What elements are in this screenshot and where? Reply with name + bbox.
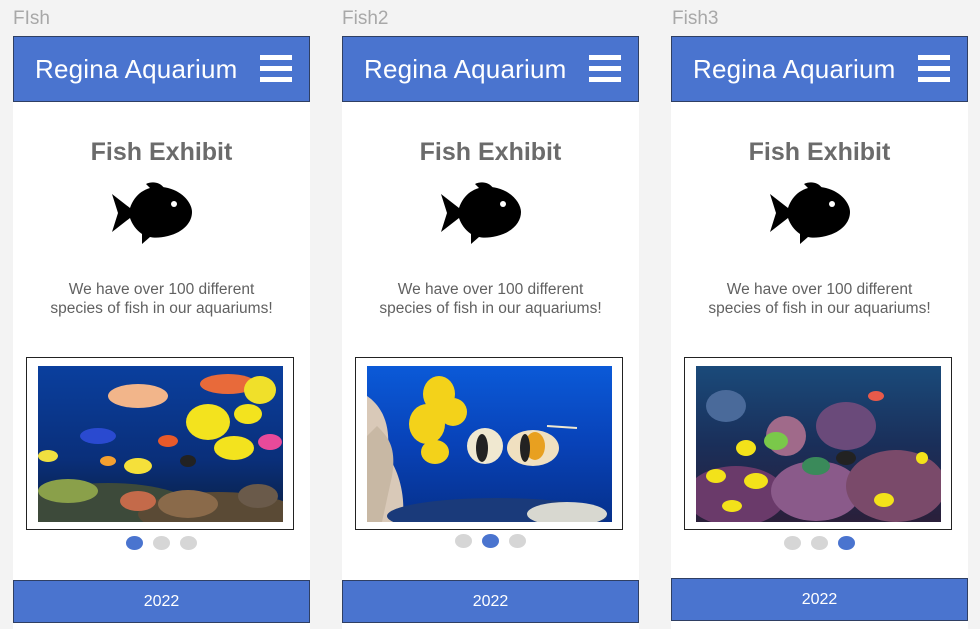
app-header: Regina Aquarium — [671, 36, 968, 102]
mobile-frame-fish: Regina Aquarium Fish Exhibit We have ove… — [13, 36, 310, 629]
fish-icon — [770, 182, 850, 244]
image-carousel[interactable] — [684, 357, 952, 530]
description-line: species of fish in our aquariums! — [50, 300, 273, 317]
app-header: Regina Aquarium — [13, 36, 310, 102]
description-line: We have over 100 different — [726, 281, 913, 298]
carousel-indicator — [671, 536, 968, 555]
app-header: Regina Aquarium — [342, 36, 639, 102]
exhibit-title: Fish Exhibit — [419, 138, 562, 166]
exhibit-description: We have over 100 different species of fi… — [13, 280, 310, 318]
hamburger-menu-icon[interactable] — [260, 55, 292, 83]
description-line: species of fish in our aquariums! — [379, 300, 602, 317]
frame-label-fish3: Fish3 — [672, 8, 719, 29]
footer-year: 2022 — [342, 580, 639, 623]
fish-icon — [112, 182, 192, 244]
header-title: Regina Aquarium — [693, 54, 896, 84]
image-carousel[interactable] — [26, 357, 294, 530]
carousel-photo-coral-reef — [696, 366, 941, 522]
description-line: We have over 100 different — [397, 281, 584, 298]
header-title: Regina Aquarium — [35, 54, 238, 84]
footer-year: 2022 — [13, 580, 310, 623]
header-title: Regina Aquarium — [364, 54, 567, 84]
frame-label-fish: FIsh — [13, 8, 50, 29]
footer-year: 2022 — [671, 578, 968, 621]
carousel-photo-reef-fish — [38, 366, 283, 522]
carousel-indicator — [13, 536, 310, 555]
exhibit-title: Fish Exhibit — [90, 138, 233, 166]
carousel-dot[interactable] — [180, 536, 197, 550]
hamburger-menu-icon[interactable] — [918, 55, 950, 83]
carousel-dot[interactable] — [126, 536, 143, 550]
carousel-dot[interactable] — [811, 536, 828, 550]
carousel-dot[interactable] — [838, 536, 855, 550]
description-line: species of fish in our aquariums! — [708, 300, 931, 317]
fish-icon — [441, 182, 521, 244]
description-line: We have over 100 different — [68, 281, 255, 298]
carousel-dot[interactable] — [482, 534, 499, 548]
mobile-frame-fish3: Regina Aquarium Fish Exhibit We have ove… — [671, 36, 968, 629]
mobile-frame-fish2: Regina Aquarium Fish Exhibit We have ove… — [342, 36, 639, 629]
exhibit-description: We have over 100 different species of fi… — [342, 280, 639, 318]
frame-label-fish2: Fish2 — [342, 8, 389, 29]
carousel-dot[interactable] — [455, 534, 472, 548]
image-carousel[interactable] — [355, 357, 623, 530]
carousel-indicator — [342, 534, 639, 553]
exhibit-title: Fish Exhibit — [748, 138, 891, 166]
exhibit-description: We have over 100 different species of fi… — [671, 280, 968, 318]
carousel-photo-butterflyfish — [367, 366, 612, 522]
carousel-dot[interactable] — [509, 534, 526, 548]
hamburger-menu-icon[interactable] — [589, 55, 621, 83]
carousel-dot[interactable] — [784, 536, 801, 550]
carousel-dot[interactable] — [153, 536, 170, 550]
